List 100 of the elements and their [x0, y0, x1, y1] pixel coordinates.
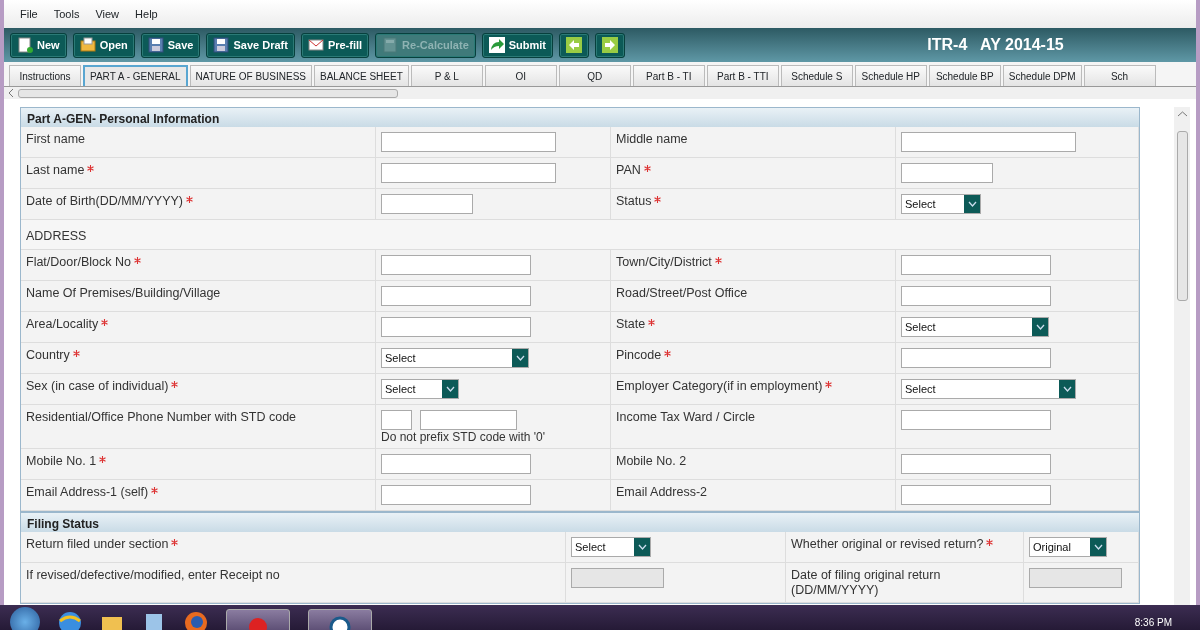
tab[interactable]: Schedule HP	[854, 65, 927, 86]
dropdown[interactable]: Select	[901, 194, 981, 214]
chevron-down-icon	[515, 355, 525, 361]
field-label: Mobile No. 2	[616, 454, 687, 469]
tab[interactable]: P & L	[410, 65, 483, 86]
field-label: Last name	[26, 163, 85, 177]
tab[interactable]: BALANCE SHEET	[314, 65, 409, 86]
input-field[interactable]	[381, 163, 556, 183]
tab[interactable]: Schedule BP	[928, 65, 1001, 86]
field-label: If revised/defective/modified, enter Receipt no	[26, 568, 280, 583]
menu-item[interactable]: View	[95, 5, 120, 23]
dropdown[interactable]: Select	[901, 317, 1049, 337]
scroll-left-icon[interactable]	[8, 89, 14, 97]
input-field[interactable]	[381, 410, 412, 430]
toolbar-button[interactable]: New	[10, 32, 67, 58]
left-arrow-icon	[566, 37, 583, 53]
field-label: Employer Category(if in employment)	[616, 379, 823, 393]
dropdown[interactable]: Original	[1029, 537, 1107, 558]
input-field[interactable]	[571, 568, 664, 589]
arrow-icon	[488, 37, 505, 53]
tab[interactable]: PART A - GENERAL	[83, 65, 188, 86]
field-label: Area/Locality	[26, 317, 99, 331]
chevron-down-icon	[1035, 324, 1045, 330]
input-field[interactable]	[381, 317, 531, 337]
field-label: Email Address-1 (self)	[26, 485, 149, 500]
vertical-scrollbar[interactable]	[1174, 107, 1190, 605]
toolbar-button[interactable]: Submit	[481, 32, 554, 58]
toolbar-button[interactable]: Pre-fill	[300, 32, 370, 58]
tab[interactable]: Schedule S	[780, 65, 853, 86]
field-label: Pincode	[616, 348, 662, 362]
field-label: Income Tax Ward / Circle	[616, 410, 755, 424]
dropdown[interactable]: Select	[901, 379, 1076, 399]
menu-item[interactable]: Tools	[53, 5, 80, 23]
chevron-down-icon	[1062, 386, 1072, 392]
input-field[interactable]	[381, 255, 531, 275]
ring-icon	[329, 614, 351, 630]
dropdown[interactable]: Select	[381, 379, 459, 399]
section-subheading: ADDRESS	[21, 220, 1139, 250]
input-field[interactable]	[381, 485, 531, 506]
field-label: Road/Street/Post Office	[616, 286, 748, 300]
scrollbar-thumb[interactable]	[1176, 131, 1188, 301]
input-field[interactable]	[901, 348, 1051, 368]
field-label: Mobile No. 1	[26, 454, 97, 469]
tab[interactable]: Part B - TI	[632, 65, 705, 86]
field-label: Status	[616, 194, 652, 208]
field-label: Middle name	[616, 132, 688, 146]
input-field[interactable]	[381, 132, 556, 152]
back-button[interactable]	[559, 32, 590, 58]
forward-button[interactable]	[595, 32, 626, 58]
menu-item[interactable]: File	[20, 5, 38, 23]
horizontal-scrollbar[interactable]	[4, 87, 1196, 99]
dropdown[interactable]: Select	[381, 348, 529, 368]
start-button[interactable]	[10, 607, 40, 630]
field-label: Whether original or revised return?	[791, 537, 984, 552]
tab[interactable]: Instructions	[9, 65, 81, 86]
input-field[interactable]	[381, 194, 473, 214]
field-label: Sex (in case of individual)	[26, 379, 169, 393]
tab[interactable]: Schedule DPM	[1002, 65, 1082, 86]
toolbar-button[interactable]: Open	[72, 32, 135, 58]
field-label: Email Address-2	[616, 485, 707, 500]
globe-icon	[184, 611, 208, 630]
hint-text: Do not prefix STD code with '0'	[381, 430, 546, 445]
field-label: Flat/Door/Block No	[26, 255, 131, 269]
input-field[interactable]	[901, 485, 1051, 506]
dropdown[interactable]: Select	[571, 537, 651, 558]
calculator-icon	[382, 37, 399, 53]
tab[interactable]: QD	[558, 65, 631, 86]
field-label: PAN	[616, 163, 641, 177]
field-label: Date of filing original return (DD/MM/YYYY)	[791, 568, 941, 598]
menu-item[interactable]: Help	[135, 5, 158, 23]
folder-icon	[79, 37, 96, 53]
input-field[interactable]	[420, 410, 517, 430]
app-button[interactable]	[308, 609, 372, 630]
app-button[interactable]	[226, 609, 290, 630]
tab[interactable]: Sch	[1083, 65, 1156, 86]
input-field[interactable]	[901, 454, 1051, 475]
input-field[interactable]	[381, 286, 531, 306]
tab[interactable]: OI	[484, 65, 557, 86]
input-field[interactable]	[1029, 568, 1122, 589]
chevron-down-icon	[1093, 544, 1103, 551]
chevron-down-icon	[637, 544, 647, 551]
field-label: Date of Birth(DD/MM/YYYY)	[26, 194, 183, 208]
chevron-down-icon	[967, 201, 977, 207]
input-field[interactable]	[901, 410, 1051, 430]
tab[interactable]: NATURE OF BUSINESS	[189, 65, 312, 86]
scrollbar-thumb[interactable]	[18, 88, 398, 98]
tab[interactable]: Part B - TTI	[706, 65, 779, 86]
field-label: Town/City/District	[616, 255, 712, 269]
clock: 8:36 PM	[1134, 617, 1173, 629]
field-label: State	[616, 317, 646, 331]
input-field[interactable]	[901, 163, 993, 183]
toolbar-button[interactable]: Save	[140, 32, 201, 58]
section-header: Filing Status	[21, 512, 1139, 533]
scroll-up-icon[interactable]	[1177, 111, 1187, 117]
toolbar-button[interactable]: Save Draft	[206, 32, 295, 58]
input-field[interactable]	[381, 454, 531, 475]
input-field[interactable]	[901, 255, 1051, 275]
input-field[interactable]	[901, 286, 1051, 306]
field-label: Return filed under section	[26, 537, 169, 552]
input-field[interactable]	[901, 132, 1076, 152]
